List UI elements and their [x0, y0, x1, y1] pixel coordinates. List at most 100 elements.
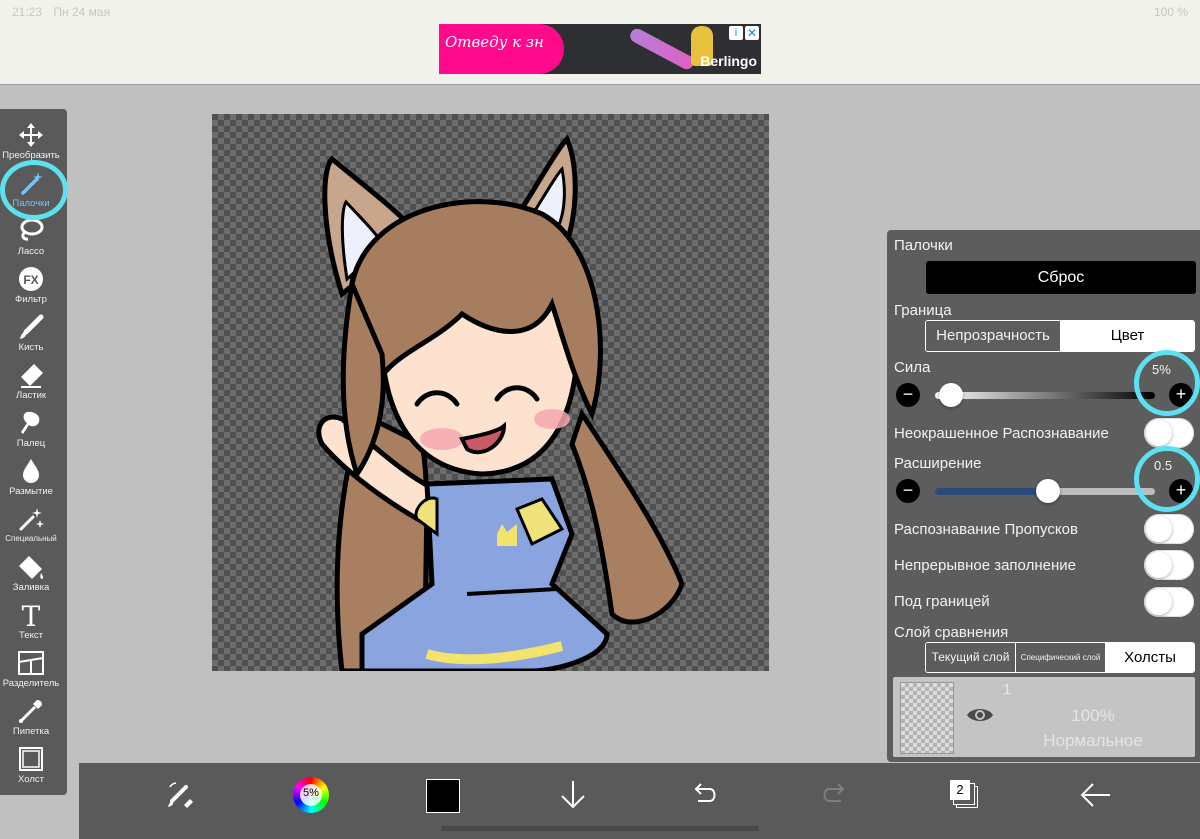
- tool-label: Заливка: [12, 582, 50, 593]
- tool-special[interactable]: Специальный: [0, 499, 62, 547]
- tool-text[interactable]: T Текст: [0, 595, 62, 643]
- status-battery: 100 %: [1153, 5, 1188, 19]
- layer-thumbnail: [900, 682, 954, 754]
- color-wheel-icon: 5%: [293, 777, 329, 813]
- tool-transform[interactable]: Преобразить: [0, 115, 62, 163]
- seg-specific-layer[interactable]: Специфический слой: [1016, 643, 1106, 672]
- strength-label: Сила: [894, 359, 931, 376]
- brush-swap-icon: [168, 782, 193, 808]
- sparkle-icon: [19, 508, 44, 531]
- tool-label: Лассо: [17, 246, 45, 257]
- tool-label: Ластик: [15, 390, 47, 401]
- tool-divider[interactable]: Разделитель: [0, 643, 62, 691]
- tool-label: Пипетка: [12, 726, 50, 737]
- tool-label: Холст: [18, 774, 44, 785]
- tool-label: Текст: [19, 630, 43, 641]
- uncolored-toggle[interactable]: [1144, 418, 1194, 448]
- layers-icon: 2: [950, 780, 978, 808]
- undo-button[interactable]: [684, 775, 724, 815]
- compare-layer-label: Слой сравнения: [894, 624, 1009, 641]
- highlight-circle-wand: [0, 160, 68, 220]
- move-icon: [19, 123, 43, 147]
- color-wheel-button[interactable]: 5%: [291, 775, 331, 815]
- under-border-label: Под границей: [894, 593, 990, 610]
- arrow-down-icon: [561, 781, 585, 809]
- ad-text: Отведу к зн: [445, 33, 544, 51]
- color-swatch: [426, 779, 460, 813]
- expand-label: Расширение: [894, 455, 982, 472]
- text-icon: T: [22, 601, 41, 629]
- under-border-toggle[interactable]: [1144, 587, 1194, 617]
- layer-row[interactable]: 1 100% Нормальное: [893, 677, 1195, 757]
- highlight-circle-strength: [1134, 350, 1200, 416]
- tool-fill[interactable]: Заливка: [0, 547, 62, 595]
- tool-label: Размытие: [9, 486, 53, 497]
- border-segmented-control: Непрозрачность Цвет: [925, 320, 1195, 352]
- tool-filter[interactable]: FX Фильтр: [0, 259, 62, 307]
- uncolored-label: Неокрашенное Распознавание: [894, 425, 1109, 442]
- ad-banner[interactable]: Отведу к зн Berlingo i ✕: [439, 24, 761, 74]
- ad-brand: Berlingo: [700, 53, 757, 69]
- status-time: 21:23: [12, 5, 43, 19]
- strength-slider-track[interactable]: [935, 392, 1155, 399]
- tool-blur[interactable]: Размытие: [0, 451, 62, 499]
- layer-opacity: 100%: [1071, 706, 1115, 725]
- quick-tool-button[interactable]: [160, 775, 200, 815]
- color-wheel-value: 5%: [303, 787, 319, 799]
- tool-label: Фильтр: [15, 294, 47, 305]
- panel-title: Палочки: [894, 237, 953, 254]
- eraser-icon: [21, 364, 43, 388]
- redo-button[interactable]: [815, 775, 855, 815]
- layers-count: 2: [950, 780, 970, 800]
- divider-icon: [18, 651, 44, 675]
- drawing-canvas[interactable]: [212, 114, 769, 671]
- blur-drop-icon: [23, 459, 39, 483]
- tool-label: Специальный: [5, 534, 57, 543]
- layer-blend-mode: Нормальное: [1043, 731, 1143, 750]
- continuous-fill-toggle[interactable]: [1144, 550, 1194, 580]
- seg-current-layer[interactable]: Текущий слой: [926, 643, 1016, 672]
- reset-button[interactable]: Сброс: [926, 261, 1196, 294]
- tool-label: Палец: [16, 438, 46, 449]
- eye-icon[interactable]: [966, 705, 994, 725]
- tool-eyedropper[interactable]: Пипетка: [0, 691, 62, 739]
- highlight-circle-expand: [1134, 446, 1200, 512]
- gap-detect-label: Распознавание Пропусков: [894, 521, 1078, 538]
- compare-segmented-control: Текущий слой Специфический слой Холсты: [925, 642, 1195, 673]
- tool-label: Разделитель: [2, 678, 60, 689]
- seg-opacity[interactable]: Непрозрачность: [926, 321, 1061, 351]
- current-color-swatch[interactable]: [422, 775, 462, 815]
- arrow-left-icon: [1080, 783, 1110, 807]
- svg-text:FX: FX: [23, 273, 38, 287]
- strength-slider-knob[interactable]: [939, 383, 963, 407]
- layer-number: 1: [1003, 681, 1012, 698]
- seg-canvases[interactable]: Холсты: [1106, 643, 1194, 672]
- seg-color[interactable]: Цвет: [1061, 321, 1194, 351]
- lasso-icon: [20, 218, 44, 241]
- border-label: Граница: [894, 302, 952, 319]
- status-date: Пн 24 мая: [53, 5, 111, 19]
- home-indicator: [441, 826, 759, 831]
- gap-detect-toggle[interactable]: [1144, 514, 1194, 544]
- canvas-icon: [19, 747, 43, 771]
- tool-smudge[interactable]: Палец: [0, 403, 62, 451]
- expand-minus-button[interactable]: −: [896, 479, 920, 503]
- undo-icon: [694, 783, 716, 802]
- close-icon[interactable]: ✕: [745, 26, 759, 40]
- download-button[interactable]: [553, 775, 593, 815]
- ad-pen-image: [627, 26, 697, 72]
- redo-icon: [823, 783, 845, 802]
- status-bar: 21:23 Пн 24 мая 100 % Отведу к зн Berlin…: [0, 0, 1200, 85]
- eyedropper-icon: [19, 700, 42, 723]
- tool-canvas[interactable]: Холст: [0, 739, 62, 787]
- layers-button[interactable]: 2: [945, 775, 985, 815]
- info-icon[interactable]: i: [729, 26, 743, 40]
- back-button[interactable]: [1076, 775, 1116, 815]
- smudge-icon: [21, 411, 40, 434]
- brush-icon: [20, 314, 44, 339]
- tool-eraser[interactable]: Ластик: [0, 355, 62, 403]
- tool-brush[interactable]: Кисть: [0, 307, 62, 355]
- strength-minus-button[interactable]: −: [896, 383, 920, 407]
- svg-text:T: T: [22, 601, 41, 629]
- expand-slider-knob[interactable]: [1036, 479, 1060, 503]
